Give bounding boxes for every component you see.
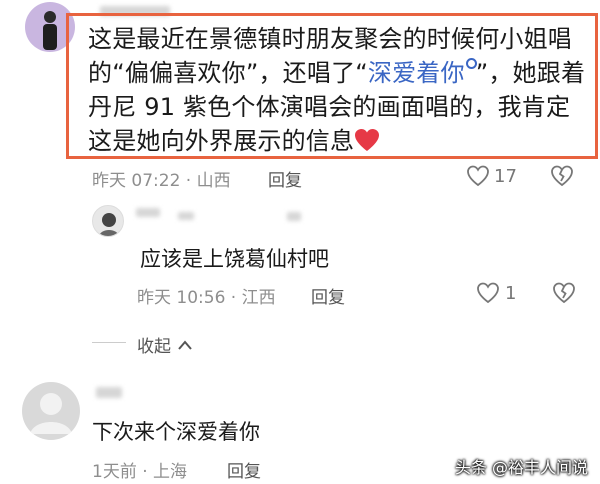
like-count: 17 <box>494 166 517 187</box>
dislike-icon[interactable] <box>552 282 576 304</box>
blurred-username <box>96 387 122 398</box>
collapse-divider <box>92 342 126 343</box>
reply-avatar[interactable] <box>92 205 124 237</box>
reply-button[interactable]: 回复 <box>311 283 345 308</box>
chevron-up-icon <box>178 340 192 350</box>
blurred-username <box>136 208 160 217</box>
comment-text: 这是最近在景德镇时朋友聚会的时候何小姐唱的“偏偏喜欢你”，还唱了“深爱着你 ”，她… <box>88 25 586 155</box>
heart-emoji-icon <box>355 129 380 151</box>
collapse-button[interactable]: 收起 <box>137 332 193 357</box>
reply-button[interactable]: 回复 <box>227 457 261 482</box>
person-icon <box>43 11 57 50</box>
dislike-icon[interactable] <box>550 165 574 187</box>
comment-meta: 1天前 · 上海 <box>92 462 188 482</box>
like-icon[interactable] <box>466 165 490 187</box>
search-link[interactable]: 深爱着你 <box>368 58 477 87</box>
reply-text: 应该是上饶葛仙村吧 <box>140 247 329 271</box>
like-count: 1 <box>505 283 517 304</box>
blurred-username <box>178 212 194 220</box>
avatar-art-icon <box>99 213 119 236</box>
watermark: 头条 @裕丰人间说 <box>454 458 588 477</box>
reply-button[interactable]: 回复 <box>268 166 302 191</box>
search-icon <box>465 58 477 69</box>
like-icon[interactable] <box>476 282 500 304</box>
user-avatar[interactable] <box>22 382 80 440</box>
comment-text: 下次来个深爱着你 <box>92 420 260 444</box>
default-avatar-icon <box>30 393 72 434</box>
reply-meta: 昨天 10:56 · 江西 <box>137 288 276 308</box>
comment-meta: 昨天 07:22 · 山西 <box>92 171 231 191</box>
blurred-username <box>287 212 301 221</box>
